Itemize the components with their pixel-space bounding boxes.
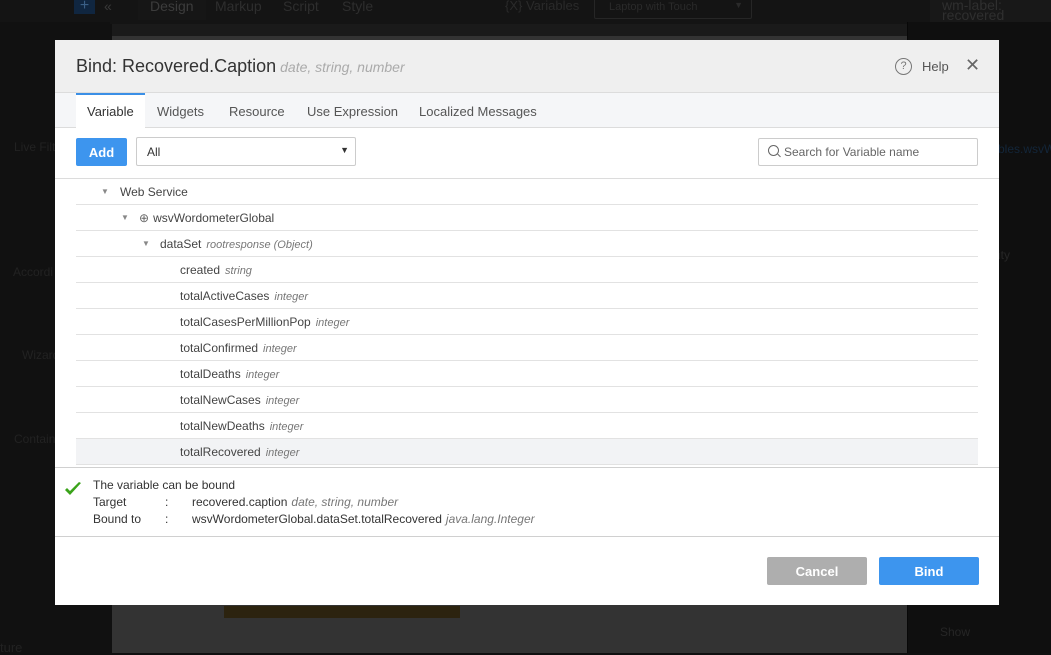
- tree-node-label: wsvWordometerGlobal: [153, 211, 274, 225]
- tree-node-label: totalConfirmed: [180, 341, 258, 355]
- tree-node-label: totalNewCases: [180, 393, 261, 407]
- help-button[interactable]: ? Help: [895, 58, 949, 75]
- tab-widgets[interactable]: Widgets: [146, 93, 215, 128]
- variable-search-input[interactable]: Search for Variable name: [758, 138, 978, 166]
- checkmark-icon: [64, 481, 82, 497]
- help-icon: ?: [895, 58, 912, 75]
- tree-node-totalnewdeaths[interactable]: totalNewDeaths integer: [76, 413, 978, 439]
- tab-localized-messages[interactable]: Localized Messages: [408, 93, 548, 128]
- search-icon: [768, 145, 779, 156]
- tree-node-type: rootresponse (Object): [206, 239, 312, 251]
- tree-node-label: dataSet: [160, 237, 201, 251]
- tree-node-created[interactable]: created string: [76, 257, 978, 283]
- tree-node-totaldeaths[interactable]: totalDeaths integer: [76, 361, 978, 387]
- tree-node-type: integer: [316, 317, 350, 329]
- bind-button[interactable]: Bind: [879, 557, 979, 585]
- tree-node-type: integer: [266, 447, 300, 459]
- globe-icon: ⊕: [139, 205, 149, 231]
- tree-node-label: totalRecovered: [180, 445, 261, 459]
- tree-node-type: integer: [274, 291, 308, 303]
- dropdown-arrow-icon: ▼: [340, 145, 349, 155]
- tree-node-label: totalActiveCases: [180, 289, 269, 303]
- dialog-title: Bind: Recovered.Captiondate, string, num…: [76, 56, 405, 77]
- status-bound-to: Bound to:wsvWordometerGlobal.dataSet.tot…: [93, 512, 535, 528]
- binding-status: The variable can be bound Target:recover…: [55, 467, 999, 537]
- separator: :: [165, 495, 192, 509]
- status-message: The variable can be bound: [93, 478, 235, 494]
- tree-node-totalnewcases[interactable]: totalNewCases integer: [76, 387, 978, 413]
- bound-label: Bound to: [93, 512, 165, 526]
- tree-node-type: string: [225, 265, 252, 277]
- dialog-title-text: Bind: Recovered.Caption: [76, 56, 276, 76]
- cancel-button[interactable]: Cancel: [767, 557, 867, 585]
- tree-node-totalcasespermillionpop[interactable]: totalCasesPerMillionPop integer: [76, 309, 978, 335]
- caret-down-icon[interactable]: ▼: [101, 179, 109, 205]
- search-placeholder: Search for Variable name: [784, 145, 919, 159]
- tree-node-totalconfirmed[interactable]: totalConfirmed integer: [76, 335, 978, 361]
- tree-node-dataset[interactable]: ▼ dataSet rootresponse (Object): [76, 231, 978, 257]
- bind-tabs: Variable Widgets Resource Use Expression…: [55, 93, 999, 128]
- tree-node-type: integer: [246, 369, 280, 381]
- status-target: Target:recovered.caption date, string, nu…: [93, 495, 398, 511]
- separator: :: [165, 512, 192, 526]
- bound-value: wsvWordometerGlobal.dataSet.totalRecover…: [192, 512, 442, 526]
- tab-variable[interactable]: Variable: [76, 93, 145, 129]
- tab-use-expression[interactable]: Use Expression: [296, 93, 409, 128]
- target-value: recovered.caption: [192, 495, 287, 509]
- variable-tree: ▼ Web Service ▼ ⊕ wsvWordometerGlobal ▼ d…: [76, 179, 978, 467]
- variable-filter-select[interactable]: All ▼: [136, 137, 356, 166]
- tree-node-label: totalNewDeaths: [180, 419, 265, 433]
- dialog-title-types: date, string, number: [280, 59, 405, 75]
- tree-node-label: created: [180, 263, 220, 277]
- add-variable-button[interactable]: Add: [76, 138, 127, 166]
- caret-down-icon[interactable]: ▼: [142, 231, 150, 257]
- tree-node-web-service[interactable]: ▼ Web Service: [76, 179, 978, 205]
- target-label: Target: [93, 495, 165, 509]
- bound-type: java.lang.Integer: [446, 512, 535, 526]
- tree-node-type: integer: [263, 343, 297, 355]
- tree-node-type: integer: [270, 421, 304, 433]
- tab-resource[interactable]: Resource: [218, 93, 296, 128]
- tree-node-wsvwordometerglobal[interactable]: ▼ ⊕ wsvWordometerGlobal: [76, 205, 978, 231]
- caret-down-icon[interactable]: ▼: [121, 205, 129, 231]
- dialog-header: Bind: Recovered.Captiondate, string, num…: [55, 40, 999, 93]
- target-type: date, string, number: [291, 495, 398, 509]
- tree-node-type: integer: [266, 395, 300, 407]
- tree-node-totalactivecases[interactable]: totalActiveCases integer: [76, 283, 978, 309]
- close-icon[interactable]: ✕: [965, 55, 980, 76]
- tree-node-label: totalCasesPerMillionPop: [180, 315, 311, 329]
- bind-dialog: Bind: Recovered.Captiondate, string, num…: [55, 40, 999, 605]
- help-label: Help: [922, 59, 949, 74]
- variable-filter-value: All: [147, 145, 160, 159]
- tree-node-label: totalDeaths: [180, 367, 241, 381]
- variable-toolbar: Add All ▼ Search for Variable name: [55, 128, 999, 179]
- tree-node-label: Web Service: [120, 179, 188, 205]
- tree-node-totalrecovered[interactable]: totalRecovered integer: [76, 439, 978, 465]
